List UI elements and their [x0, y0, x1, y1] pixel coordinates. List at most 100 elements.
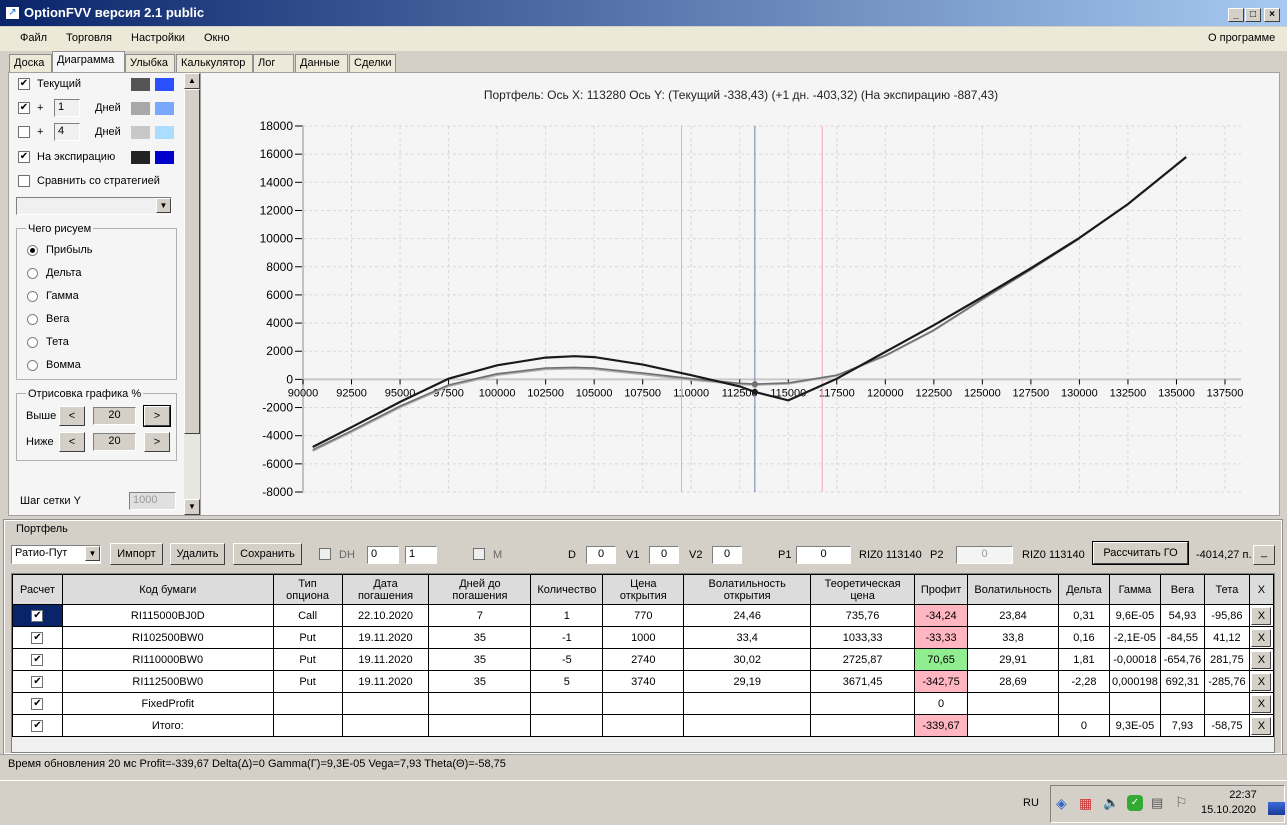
spin-2[interactable]: 1 — [405, 546, 437, 564]
tab-log[interactable]: Лог — [253, 54, 294, 72]
strategy-select[interactable]: Ратио-Пут ▼ — [11, 545, 101, 564]
line-color-swatch[interactable] — [131, 102, 150, 115]
below-decrease-button[interactable]: < — [59, 432, 85, 452]
remove-row-button[interactable]: X — [1251, 606, 1272, 625]
calc-checkbox[interactable]: ✔ — [31, 654, 44, 666]
m-checkbox[interactable] — [473, 548, 485, 560]
tab-board[interactable]: Доска — [9, 54, 52, 72]
remove-cell[interactable]: X — [1248, 670, 1275, 693]
dh-checkbox[interactable] — [319, 548, 331, 560]
line-color-swatch[interactable] — [131, 78, 150, 91]
column-header[interactable]: Гамма — [1108, 574, 1161, 605]
calc-checkbox[interactable]: ✔ — [31, 632, 44, 644]
calc-cell[interactable]: ✔ — [12, 626, 63, 649]
column-header[interactable]: Расчет — [12, 574, 63, 605]
calc-cell[interactable]: ✔ — [12, 714, 63, 737]
grid-step-input[interactable]: 1000 — [129, 492, 176, 510]
above-increase-button[interactable]: > — [143, 405, 171, 427]
column-header[interactable]: Количество — [530, 574, 604, 605]
remove-row-button[interactable]: X — [1251, 716, 1272, 735]
menu-about[interactable]: О программе — [1208, 32, 1275, 44]
line-checkbox[interactable] — [18, 126, 30, 138]
below-value[interactable]: 20 — [93, 433, 136, 451]
column-header[interactable]: Дней до погашения — [428, 574, 532, 605]
calc-cell[interactable]: ✔ — [12, 670, 63, 693]
line-color-swatch-alt[interactable] — [155, 126, 174, 139]
calc-cell[interactable]: ✔ — [12, 604, 63, 627]
remove-cell[interactable]: X — [1248, 604, 1275, 627]
below-increase-button[interactable]: > — [144, 432, 170, 452]
line-checkbox[interactable]: ✔ — [18, 151, 30, 163]
column-header[interactable]: Цена открытия — [602, 574, 685, 605]
table-row[interactable]: ✔ Итого: -339,67 0 9,3E-05 7,93 -58,75 X — [12, 714, 1275, 737]
remove-cell[interactable]: X — [1248, 648, 1275, 671]
column-header[interactable]: Профит — [914, 574, 969, 605]
days-input[interactable]: 4 — [54, 123, 80, 141]
collapse-button[interactable]: _ — [1253, 545, 1275, 565]
tab-calculator[interactable]: Калькулятор — [176, 54, 253, 72]
menu-file[interactable]: Файл — [20, 32, 47, 44]
column-header[interactable]: Теоретическая цена — [810, 574, 916, 605]
line-color-swatch[interactable] — [131, 126, 150, 139]
clock-time[interactable]: 22:37 — [1213, 789, 1273, 801]
table-row[interactable]: ✔ RI112500BW0 Put 19.11.2020 35 5 3740 29,19 367… — [12, 670, 1275, 693]
radio-2[interactable] — [27, 291, 38, 302]
line-color-swatch-alt[interactable] — [155, 78, 174, 91]
calc-cell[interactable]: ✔ — [12, 648, 63, 671]
security-check-icon[interactable]: ✓ — [1127, 795, 1143, 811]
tab-smile[interactable]: Улыбка — [125, 54, 175, 72]
scroll-thumb[interactable] — [184, 89, 200, 434]
table-row[interactable]: ✔ RI102500BW0 Put 19.11.2020 35 -1 1000 33,4 103… — [12, 626, 1275, 649]
remove-row-button[interactable]: X — [1251, 694, 1272, 713]
remove-row-button[interactable]: X — [1251, 628, 1272, 647]
table-row[interactable]: ✔ RI110000BW0 Put 19.11.2020 35 -5 2740 30,02 27… — [12, 648, 1275, 671]
clock-date[interactable]: 15.10.2020 — [1201, 804, 1256, 816]
column-header[interactable]: Тета — [1203, 574, 1250, 605]
language-indicator[interactable]: RU — [1023, 797, 1039, 809]
scrollbar[interactable]: ▲ ▼ — [184, 73, 200, 515]
line-color-swatch[interactable] — [131, 151, 150, 164]
line-color-swatch-alt[interactable] — [155, 151, 174, 164]
network-icon[interactable]: ◈ — [1056, 795, 1067, 812]
column-header[interactable]: Волатильность открытия — [683, 574, 812, 605]
payoff-chart[interactable]: 18000 16000 14000 12000 10000 8000 6000 4000 200… — [201, 73, 1281, 517]
column-header[interactable]: Волатильность — [967, 574, 1059, 605]
calc-checkbox[interactable]: ✔ — [31, 610, 44, 622]
chevron-down-icon[interactable]: ▼ — [156, 198, 171, 213]
column-header[interactable]: Дата погашения — [341, 574, 430, 605]
scroll-up-icon[interactable]: ▲ — [184, 73, 200, 89]
remove-row-button[interactable]: X — [1251, 672, 1272, 691]
remove-cell[interactable]: X — [1248, 692, 1275, 715]
remove-cell[interactable]: X — [1248, 714, 1275, 737]
p2-input[interactable]: 0 — [956, 546, 1013, 564]
show-desktop-icon[interactable] — [1268, 802, 1285, 815]
calculate-go-button[interactable]: Рассчитать ГО — [1092, 541, 1189, 565]
radio-1[interactable] — [27, 268, 38, 279]
table-row[interactable]: ✔ FixedProfit 0 X — [12, 692, 1275, 715]
compare-checkbox[interactable] — [18, 175, 30, 187]
d-input[interactable]: 0 — [586, 546, 616, 564]
spin-1[interactable]: 0 — [367, 546, 399, 564]
connection-icon[interactable]: ▤ — [1151, 795, 1163, 811]
tab-data[interactable]: Данные — [295, 54, 348, 72]
volume-icon[interactable]: 🔈 — [1103, 795, 1119, 811]
calc-cell[interactable]: ✔ — [12, 692, 63, 715]
p1-input[interactable]: 0 — [796, 546, 851, 564]
line-checkbox[interactable]: ✔ — [18, 78, 30, 90]
line-checkbox[interactable]: ✔ — [18, 102, 30, 114]
save-button[interactable]: Сохранить — [233, 543, 302, 565]
column-header[interactable]: Код бумаги — [61, 574, 274, 605]
minimize-button[interactable]: _ — [1228, 8, 1244, 22]
radio-0[interactable] — [27, 245, 38, 256]
days-input[interactable]: 1 — [54, 99, 80, 117]
v2-input[interactable]: 0 — [712, 546, 742, 564]
column-header[interactable]: Вега — [1159, 574, 1205, 605]
delete-button[interactable]: Удалить — [170, 543, 225, 565]
menu-settings[interactable]: Настройки — [131, 32, 185, 44]
close-button[interactable]: × — [1264, 8, 1280, 22]
calc-checkbox[interactable]: ✔ — [31, 720, 44, 732]
menu-window[interactable]: Окно — [204, 32, 230, 44]
v1-input[interactable]: 0 — [649, 546, 679, 564]
table-row[interactable]: ✔ RI115000BJ0D Call 22.10.2020 7 1 770 24,46 735… — [12, 604, 1275, 627]
line-color-swatch-alt[interactable] — [155, 102, 174, 115]
